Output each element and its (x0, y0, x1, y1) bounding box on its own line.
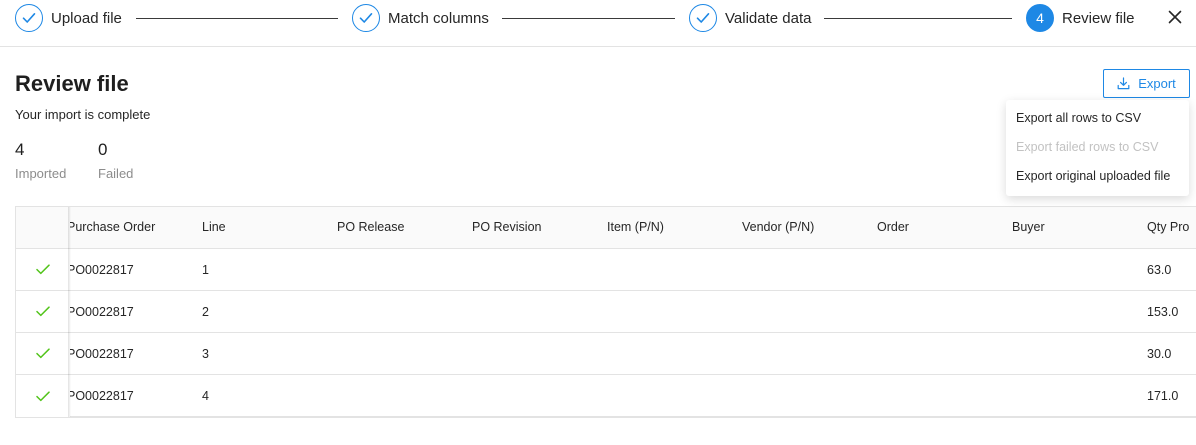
export-button[interactable]: Export (1103, 69, 1190, 98)
export-failed-rows-item: Export failed rows to CSV (1016, 140, 1159, 154)
status-column (16, 207, 70, 417)
export-all-rows-item[interactable]: Export all rows to CSV (1006, 104, 1189, 133)
step-done-check-icon (15, 4, 43, 32)
step-upload-file: Upload file (15, 4, 122, 32)
row-success-cell (16, 375, 70, 417)
step-done-check-icon (689, 4, 717, 32)
import-stepper: Upload file Match columns Validate data … (0, 0, 1196, 47)
step-label: Upload file (51, 9, 122, 27)
cell-qty: 153.0 (1147, 305, 1179, 319)
cell-purchase-order: PO0022817 (67, 263, 134, 277)
column-header-qty[interactable]: Qty Pro (1147, 207, 1189, 249)
cell-line: 4 (202, 389, 209, 403)
fixed-column-shadow (68, 207, 71, 417)
column-header-vendor-pn[interactable]: Vendor (P/N) (742, 207, 814, 249)
row-success-cell (16, 333, 70, 375)
success-check-icon (36, 264, 50, 275)
step-label: Match columns (388, 9, 489, 27)
stat-imported: 4 Imported (15, 140, 66, 181)
step-label: Validate data (725, 9, 812, 27)
step-match-columns: Match columns (352, 4, 489, 32)
column-header-po-release[interactable]: PO Release (337, 207, 404, 249)
status-column-header (16, 207, 70, 249)
close-button[interactable] (1163, 5, 1187, 29)
review-table: Purchase Order Line PO Release PO Revisi… (15, 206, 1196, 418)
column-header-buyer[interactable]: Buyer (1012, 207, 1045, 249)
cell-purchase-order: PO0022817 (67, 305, 134, 319)
success-check-icon (36, 348, 50, 359)
column-header-po-revision[interactable]: PO Revision (472, 207, 541, 249)
close-icon (1168, 10, 1182, 24)
step-validate-data: Validate data (689, 4, 811, 32)
step-label: Review file (1062, 9, 1135, 27)
step-connector (502, 18, 675, 19)
table-row: PO0022817 1 63.0 (16, 249, 1196, 291)
cell-qty: 63.0 (1147, 263, 1172, 277)
stat-failed-value: 0 (98, 140, 108, 159)
cell-purchase-order: PO0022817 (67, 389, 134, 403)
column-header-line[interactable]: Line (202, 207, 226, 249)
table-header: Purchase Order Line PO Release PO Revisi… (16, 207, 1196, 249)
cell-purchase-order: PO0022817 (67, 347, 134, 361)
download-icon (1117, 77, 1130, 90)
cell-line: 3 (202, 347, 209, 361)
stat-failed: 0 Failed (98, 140, 133, 181)
table-row: PO0022817 2 153.0 (16, 291, 1196, 333)
column-header-order[interactable]: Order (877, 207, 909, 249)
row-success-cell (16, 291, 70, 333)
column-header-item-pn[interactable]: Item (P/N) (607, 207, 664, 249)
table-row: PO0022817 4 171.0 (16, 375, 1196, 417)
stat-failed-label: Failed (98, 166, 134, 181)
step-review-file: 4 Review file (1026, 4, 1135, 32)
step-connector (824, 18, 1012, 19)
cell-line: 1 (202, 263, 209, 277)
step-done-check-icon (352, 4, 380, 32)
step-number-badge: 4 (1026, 4, 1054, 32)
column-header-purchase-order[interactable]: Purchase Order (67, 207, 155, 249)
cell-line: 2 (202, 305, 209, 319)
import-status-text: Your import is complete (15, 107, 151, 122)
row-success-cell (16, 249, 70, 291)
stat-imported-label: Imported (15, 166, 67, 181)
stat-imported-value: 4 (15, 140, 25, 159)
step-connector (136, 18, 338, 19)
success-check-icon (36, 306, 50, 317)
export-menu: Export all rows to CSV Export failed row… (1006, 100, 1189, 196)
export-button-label: Export (1138, 76, 1176, 91)
success-check-icon (36, 390, 50, 401)
cell-qty: 30.0 (1147, 347, 1172, 361)
table-row: PO0022817 3 30.0 (16, 333, 1196, 375)
cell-qty: 171.0 (1147, 389, 1179, 403)
export-original-file-item[interactable]: Export original uploaded file (1006, 162, 1189, 191)
page-title: Review file (15, 71, 129, 96)
